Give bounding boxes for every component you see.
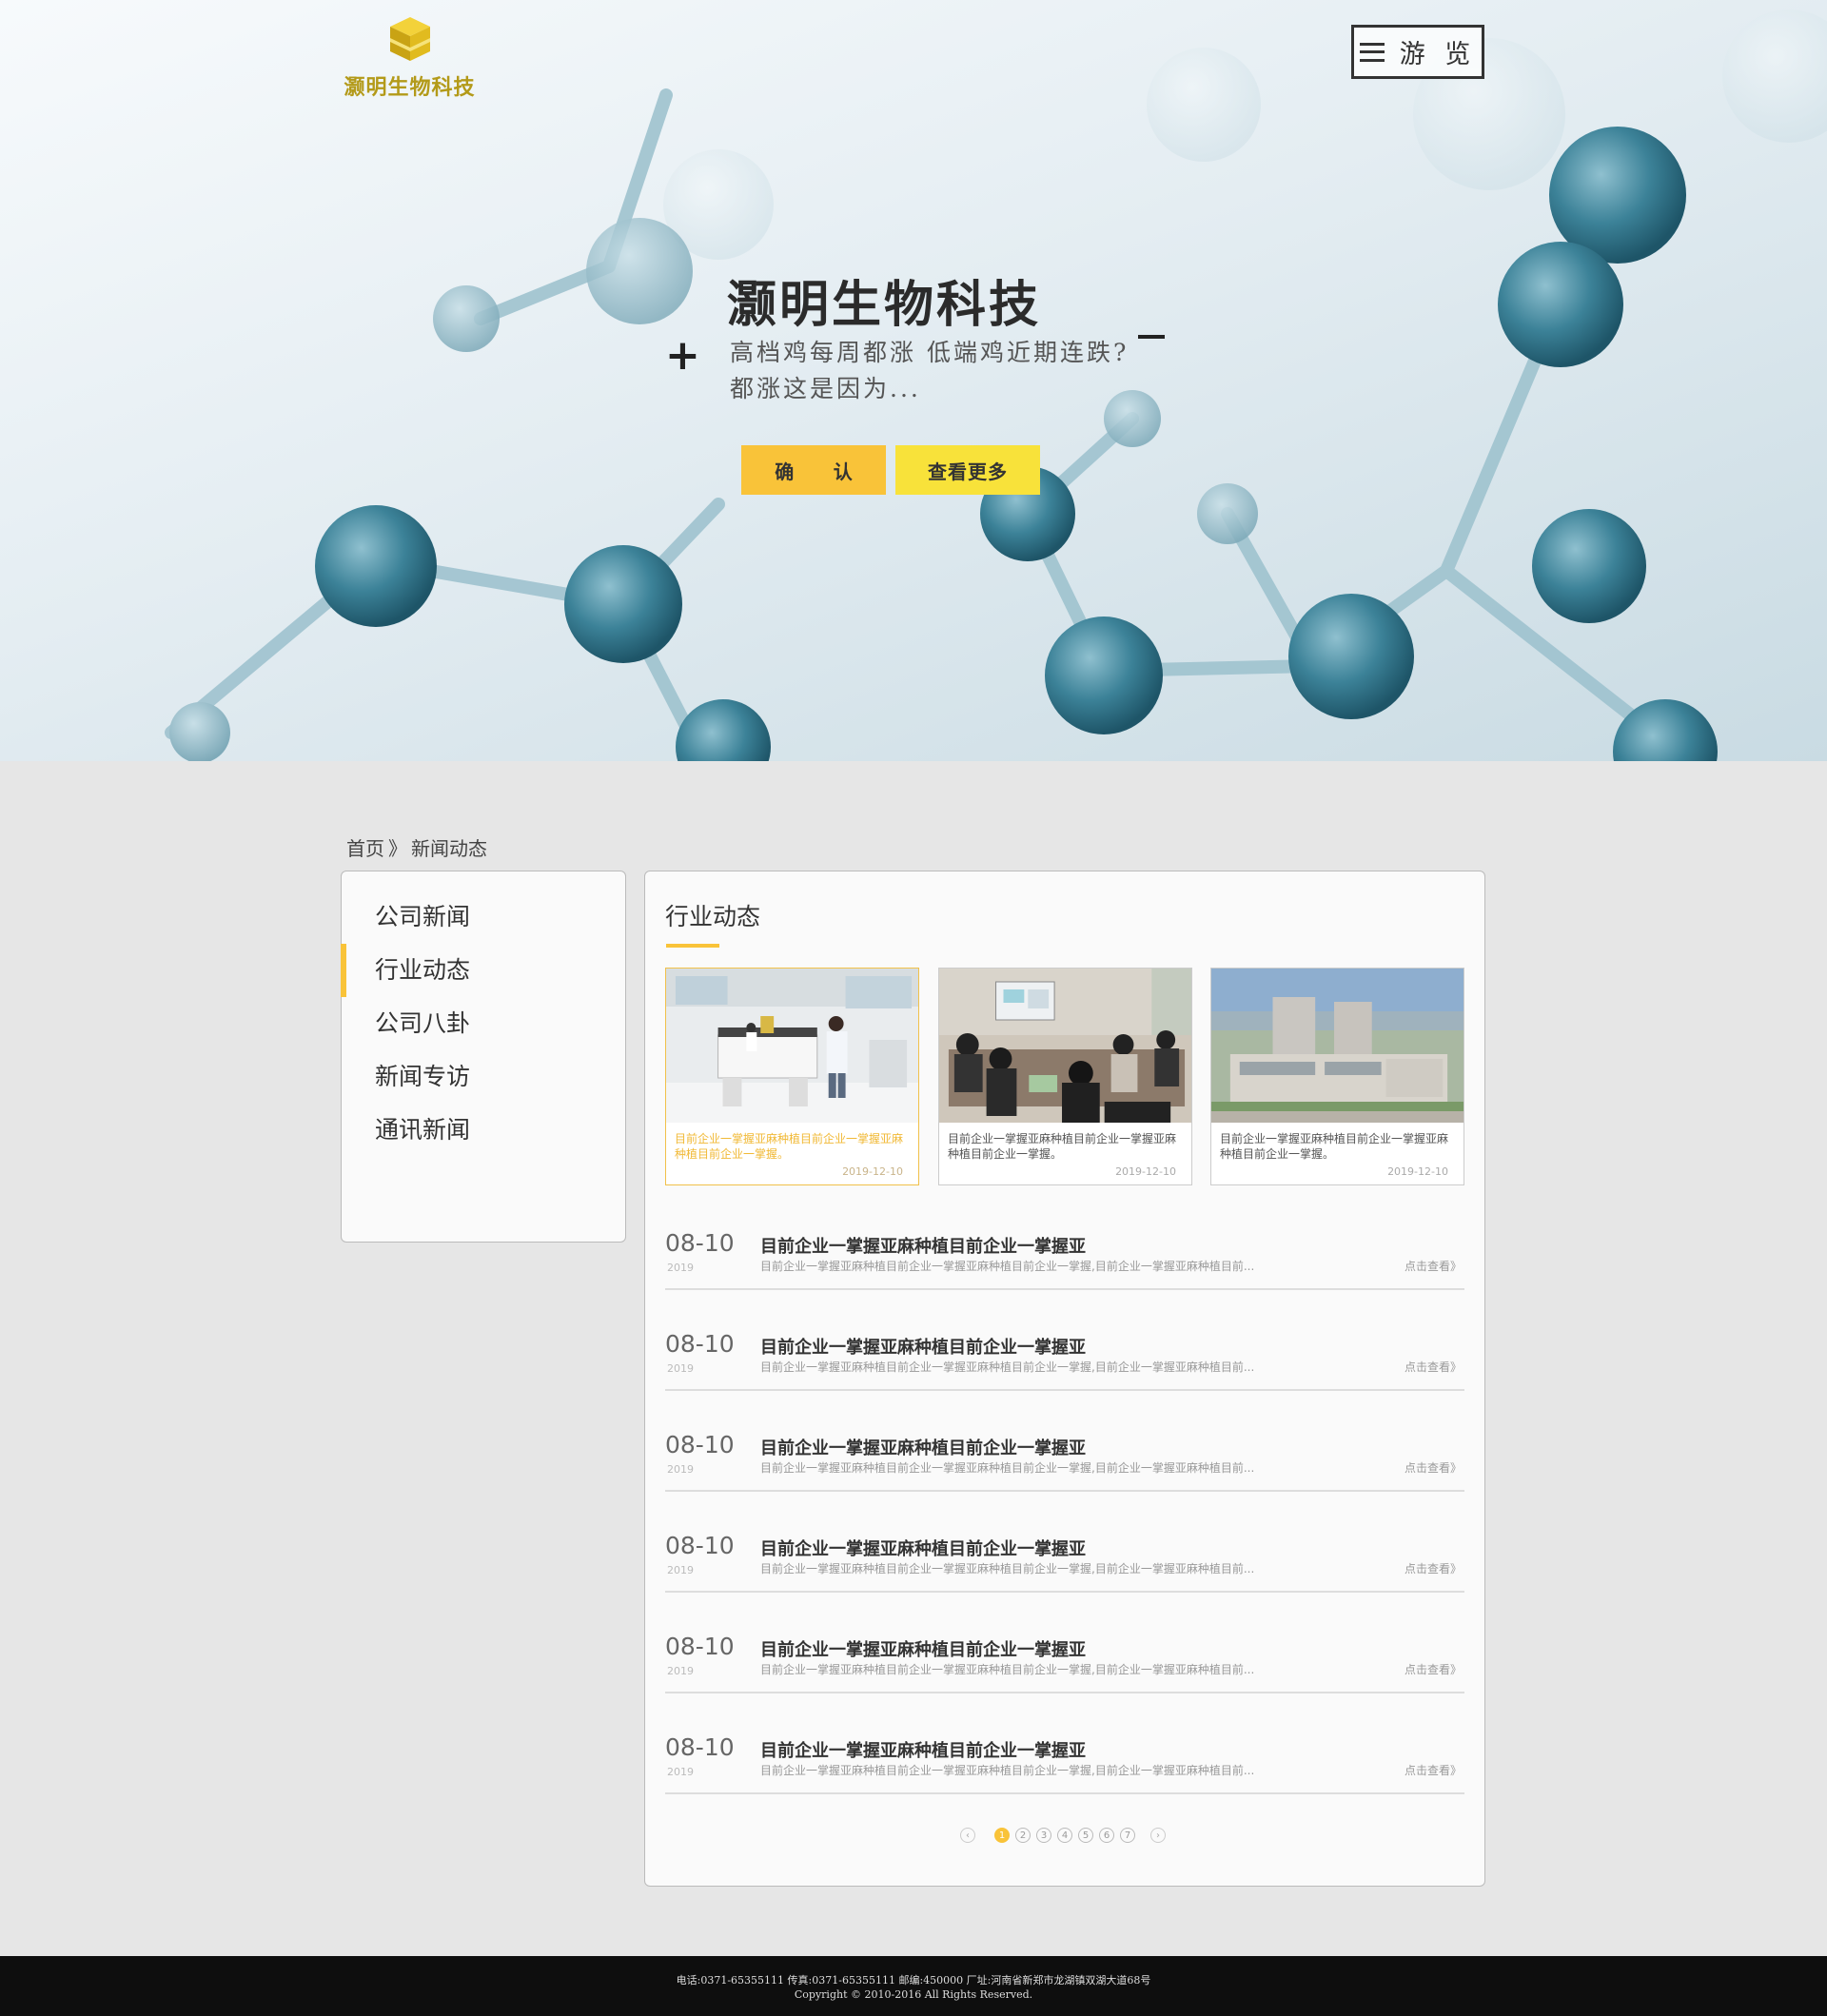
page-1-button[interactable]: 1 [994,1828,1010,1843]
news-date: 08-10 [665,1229,735,1257]
minus-icon [1138,335,1165,339]
breadcrumb-separator: 》 [388,837,407,860]
news-read-more-link[interactable]: 点击查看》 [1405,1560,1462,1576]
news-title: 目前企业一掌握亚麻种植目前企业一掌握亚 [760,1741,1086,1761]
news-list-item[interactable]: 08-10 2019 目前企业一掌握亚麻种植目前企业一掌握亚 目前企业一掌握亚麻… [665,1619,1464,1693]
news-list-item[interactable]: 08-10 2019 目前企业一掌握亚麻种植目前企业一掌握亚 目前企业一掌握亚麻… [665,1418,1464,1492]
page-2-button[interactable]: 2 [1015,1828,1031,1843]
laboratory-photo [666,969,918,1123]
footer-contact-info: 电话:0371-65355111 传真:0371-65355111 邮编:450… [676,1974,1151,1987]
card-description: 目前企业一掌握亚麻种植目前企业一掌握亚麻种植目前企业一掌握。 [948,1132,1177,1161]
news-title: 目前企业一掌握亚麻种植目前企业一掌握亚 [760,1539,1086,1559]
page-5-button[interactable]: 5 [1078,1828,1093,1843]
news-read-more-link[interactable]: 点击查看》 [1405,1258,1462,1274]
news-year: 2019 [667,1665,694,1677]
card-description: 目前企业一掌握亚麻种植目前企业一掌握亚麻种植目前企业一掌握。 [675,1132,904,1161]
news-list-item[interactable]: 08-10 2019 目前企业一掌握亚麻种植目前企业一掌握亚 目前企业一掌握亚麻… [665,1720,1464,1794]
breadcrumb: 首页》新闻动态 [346,833,491,861]
hamburger-menu-icon [1359,42,1385,62]
previous-page-button[interactable]: ‹ [960,1828,975,1843]
hero-subtitle: 高档鸡每周都涨 低端鸡近期连跌? 都涨这是因为... [730,335,1130,407]
news-title: 目前企业一掌握亚麻种植目前企业一掌握亚 [760,1338,1086,1358]
news-list-item[interactable]: 08-10 2019 目前企业一掌握亚麻种植目前企业一掌握亚 目前企业一掌握亚麻… [665,1216,1464,1290]
logo-text: 灏明生物科技 [344,76,476,100]
news-title: 目前企业一掌握亚麻种植目前企业一掌握亚 [760,1439,1086,1458]
logo-cube-icon [389,17,430,61]
news-panel: 行业动态 目前企业一掌握亚麻种植目前企业一掌握亚麻种植目前企业一掌握。 2019… [644,871,1485,1887]
breadcrumb-current: 新闻动态 [411,837,487,860]
sidebar-item-newsletter[interactable]: 通讯新闻 [342,1104,625,1157]
factory-photo [1211,969,1464,1123]
news-summary: 目前企业一掌握亚麻种植目前企业一掌握亚麻种植目前企业一掌握,目前企业一掌握亚麻种… [760,1260,1255,1273]
page-6-button[interactable]: 6 [1099,1828,1114,1843]
meeting-photo [939,969,1191,1123]
news-date: 08-10 [665,1330,735,1358]
news-summary: 目前企业一掌握亚麻种植目前企业一掌握亚麻种植目前企业一掌握,目前企业一掌握亚麻种… [760,1562,1255,1576]
news-summary: 目前企业一掌握亚麻种植目前企业一掌握亚麻种植目前企业一掌握,目前企业一掌握亚麻种… [760,1764,1255,1777]
hero-subtitle-line2: 都涨这是因为... [730,375,921,402]
news-date: 08-10 [665,1733,735,1761]
plus-icon: + [665,331,700,380]
news-year: 2019 [667,1766,694,1778]
footer-copyright: Copyright © 2010-2016 All Rights Reserve… [794,1988,1033,2001]
confirm-button[interactable]: 确 认 [741,445,886,495]
sidebar-item-industry-news[interactable]: 行业动态 [341,944,625,997]
news-summary: 目前企业一掌握亚麻种植目前企业一掌握亚麻种植目前企业一掌握,目前企业一掌握亚麻种… [760,1663,1255,1676]
breadcrumb-home-link[interactable]: 首页 [346,837,384,860]
news-card[interactable]: 目前企业一掌握亚麻种植目前企业一掌握亚麻种植目前企业一掌握。 2019-12-1… [938,968,1192,1185]
news-read-more-link[interactable]: 点击查看》 [1405,1661,1462,1677]
news-year: 2019 [667,1262,694,1274]
sidebar-item-interviews[interactable]: 新闻专访 [342,1050,625,1104]
news-year: 2019 [667,1362,694,1375]
pagination: ‹ 1 2 3 4 5 6 7 › [960,1828,1166,1843]
page-7-button[interactable]: 7 [1120,1828,1135,1843]
card-description: 目前企业一掌握亚麻种植目前企业一掌握亚麻种植目前企业一掌握。 [1220,1132,1449,1161]
view-more-button[interactable]: 查看更多 [895,445,1040,495]
card-date: 2019-12-10 [842,1165,903,1178]
news-title: 目前企业一掌握亚麻种植目前企业一掌握亚 [760,1640,1086,1660]
page-3-button[interactable]: 3 [1036,1828,1051,1843]
featured-news-card[interactable]: 目前企业一掌握亚麻种植目前企业一掌握亚麻种植目前企业一掌握。 2019-12-1… [665,968,919,1185]
news-summary: 目前企业一掌握亚麻种植目前企业一掌握亚麻种植目前企业一掌握,目前企业一掌握亚麻种… [760,1360,1255,1374]
news-list-item[interactable]: 08-10 2019 目前企业一掌握亚麻种植目前企业一掌握亚 目前企业一掌握亚麻… [665,1317,1464,1391]
section-title-underline [666,944,719,948]
brand-logo[interactable]: 灏明生物科技 [341,15,479,100]
news-year: 2019 [667,1564,694,1576]
news-card[interactable]: 目前企业一掌握亚麻种植目前企业一掌握亚麻种植目前企业一掌握。 2019-12-1… [1210,968,1464,1185]
card-date: 2019-12-10 [1115,1165,1176,1178]
card-date: 2019-12-10 [1387,1165,1448,1178]
news-date: 08-10 [665,1633,735,1660]
news-year: 2019 [667,1463,694,1476]
hero-title: 灏明生物科技 [727,277,1042,334]
news-summary: 目前企业一掌握亚麻种植目前企业一掌握亚麻种植目前企业一掌握,目前企业一掌握亚麻种… [760,1461,1255,1475]
news-list-item[interactable]: 08-10 2019 目前企业一掌握亚麻种植目前企业一掌握亚 目前企业一掌握亚麻… [665,1518,1464,1593]
sidebar-item-company-gossip[interactable]: 公司八卦 [342,997,625,1050]
news-title: 目前企业一掌握亚麻种植目前企业一掌握亚 [760,1237,1086,1257]
category-sidebar: 公司新闻 行业动态 公司八卦 新闻专访 通讯新闻 [341,871,626,1243]
next-page-button[interactable]: › [1150,1828,1166,1843]
site-footer: 电话:0371-65355111 传真:0371-65355111 邮编:450… [0,1956,1827,2016]
news-date: 08-10 [665,1431,735,1458]
news-read-more-link[interactable]: 点击查看》 [1405,1459,1462,1476]
section-title: 行业动态 [665,903,761,930]
news-read-more-link[interactable]: 点击查看》 [1405,1762,1462,1778]
browse-menu-button[interactable]: 游 览 [1351,25,1484,79]
browse-menu-label: 游 览 [1399,40,1477,69]
hero-subtitle-line1: 高档鸡每周都涨 低端鸡近期连跌? [730,339,1130,366]
hero-banner: 灏明生物科技 游 览 灏明生物科技 + 高档鸡每周都涨 低端鸡近期连跌? 都涨这… [0,0,1827,761]
news-read-more-link[interactable]: 点击查看》 [1405,1359,1462,1375]
page-4-button[interactable]: 4 [1057,1828,1072,1843]
news-date: 08-10 [665,1532,735,1559]
sidebar-item-company-news[interactable]: 公司新闻 [342,891,625,944]
